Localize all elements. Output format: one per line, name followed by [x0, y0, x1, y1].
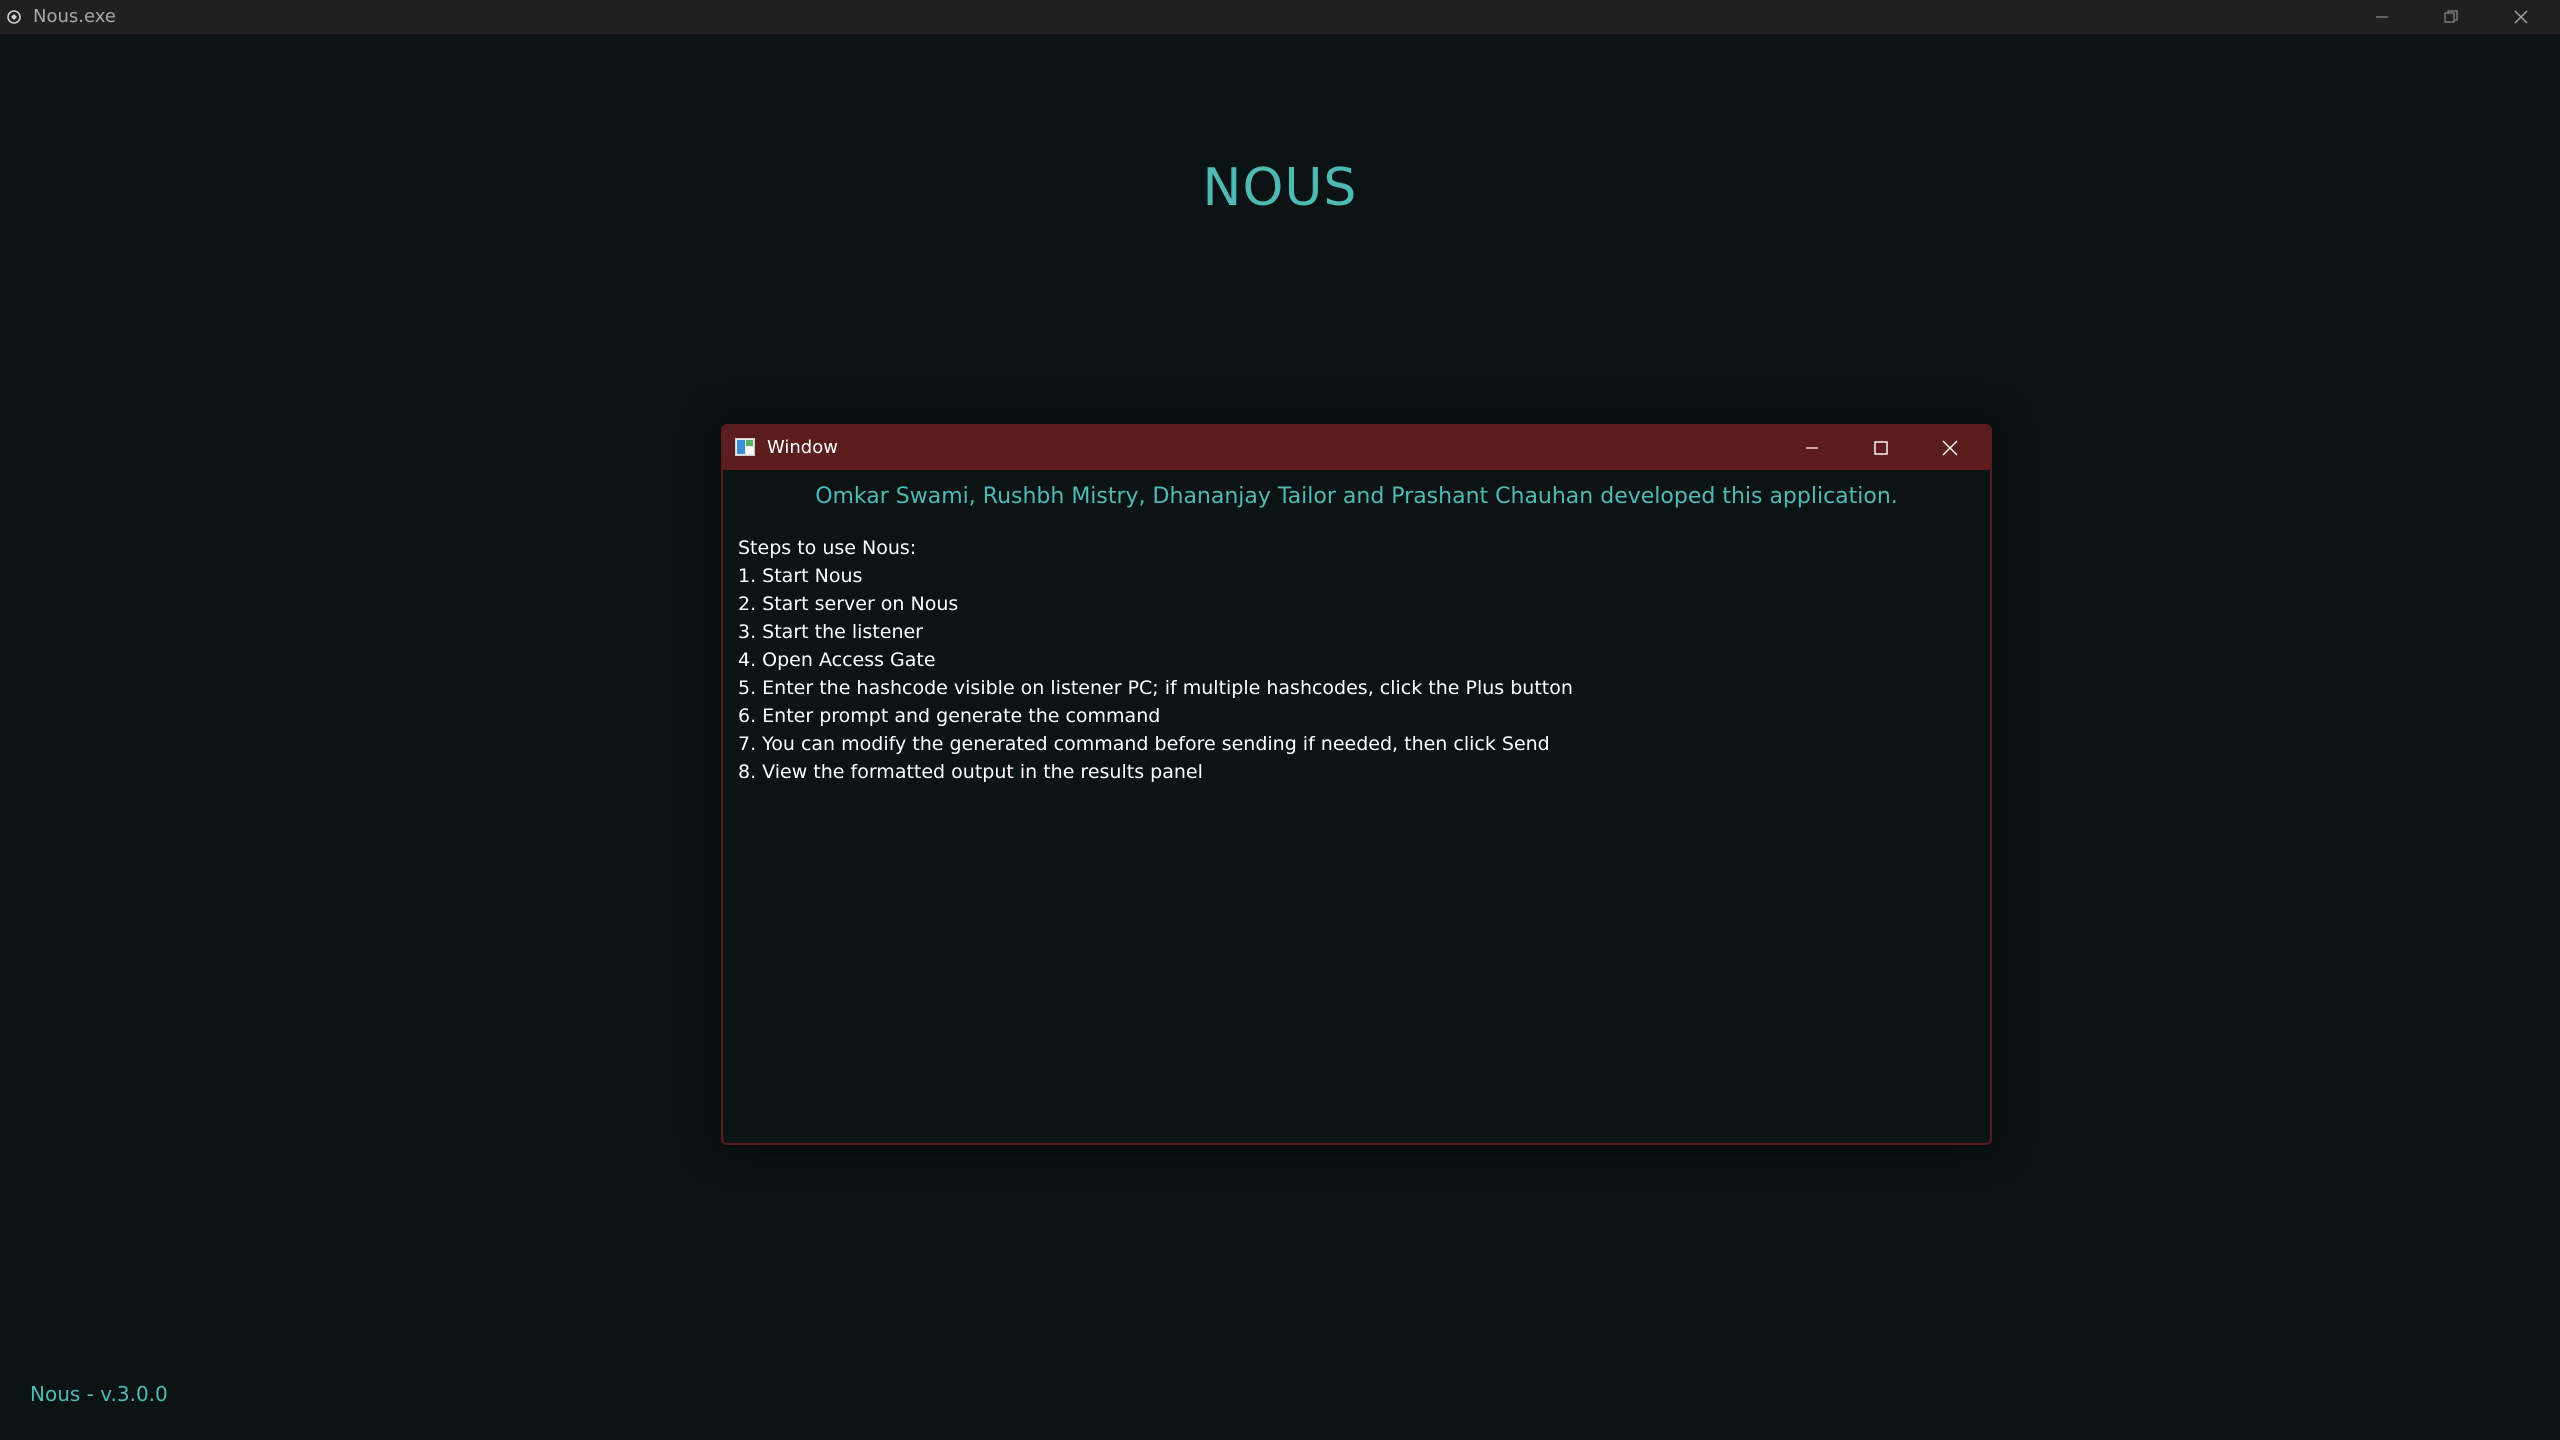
steps-list: Steps to use Nous: 1. Start Nous 2. Star…: [738, 534, 1573, 786]
close-icon: [1942, 440, 1958, 456]
step-item: 1. Start Nous: [738, 565, 863, 587]
step-item: 8. View the formatted output in the resu…: [738, 761, 1203, 783]
dialog-title: Window: [767, 437, 838, 458]
step-item: 6. Enter prompt and generate the command: [738, 705, 1161, 727]
step-item: 2. Start server on Nous: [738, 593, 959, 615]
restore-icon: [2444, 10, 2458, 23]
info-dialog: Window Omkar Swami, Rushbh Mistry, Dhana…: [721, 424, 1992, 1145]
dialog-maximize-button[interactable]: [1847, 426, 1915, 470]
step-item: 3. Start the listener: [738, 621, 923, 643]
minimize-icon: [2376, 16, 2388, 18]
minimize-icon: [1806, 447, 1818, 449]
app-close-button[interactable]: [2487, 0, 2555, 34]
step-item: 7. You can modify the generated command …: [738, 733, 1550, 755]
app-restore-button[interactable]: [2417, 0, 2485, 34]
version-label: Nous - v.3.0.0: [30, 1382, 168, 1406]
app-icon: [7, 10, 21, 24]
maximize-icon: [1874, 441, 1888, 455]
app-minimize-button[interactable]: [2348, 0, 2416, 34]
step-item: 5. Enter the hashcode visible on listene…: [738, 677, 1573, 699]
steps-heading: Steps to use Nous:: [738, 537, 917, 559]
step-item: 4. Open Access Gate: [738, 649, 936, 671]
close-icon: [2514, 10, 2528, 24]
dialog-titlebar: Window: [723, 426, 1990, 470]
dialog-minimize-button[interactable]: [1778, 426, 1846, 470]
credits-text: Omkar Swami, Rushbh Mistry, Dhananjay Ta…: [815, 484, 1898, 509]
app-titlebar: Nous.exe: [0, 0, 2560, 34]
app-title: Nous.exe: [33, 6, 116, 27]
main-title: NOUS: [1202, 158, 1358, 218]
dialog-close-button[interactable]: [1916, 426, 1984, 470]
window-icon: [735, 438, 755, 456]
